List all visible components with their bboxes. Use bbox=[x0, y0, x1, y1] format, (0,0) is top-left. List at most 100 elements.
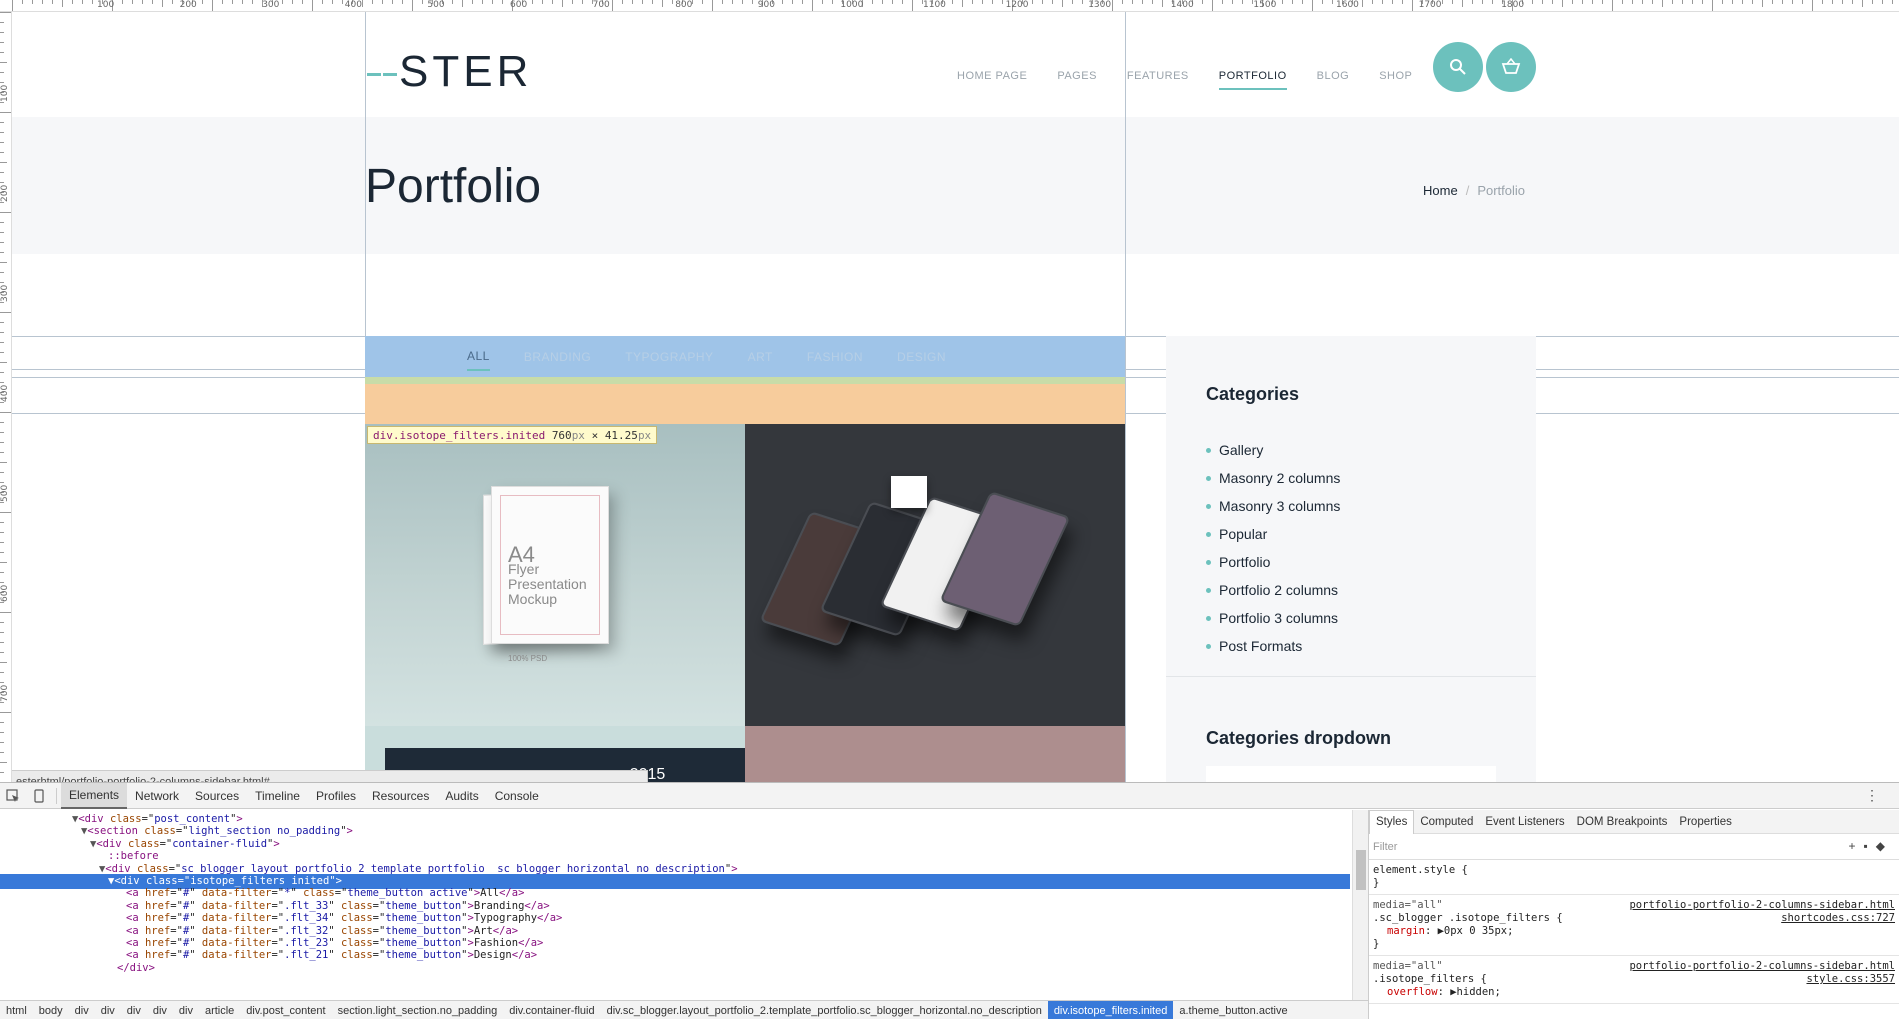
filter-branding[interactable]: BRANDING bbox=[524, 350, 591, 370]
ruler-tick bbox=[342, 0, 343, 4]
filter-art[interactable]: ART bbox=[748, 350, 773, 370]
categories-dropdown[interactable] bbox=[1206, 766, 1496, 782]
search-button[interactable] bbox=[1433, 42, 1483, 92]
nav-blog[interactable]: BLOG bbox=[1317, 70, 1350, 90]
ruler-tick bbox=[1552, 0, 1553, 4]
nav-portfolio[interactable]: PORTFOLIO bbox=[1218, 70, 1287, 90]
inspect-element-icon[interactable] bbox=[0, 783, 26, 809]
tab-audits[interactable]: Audits bbox=[437, 783, 486, 809]
dom-breadcrumb-item[interactable]: section.light_section.no_padding bbox=[332, 1005, 504, 1017]
dom-breadcrumb-item[interactable]: div bbox=[173, 1005, 199, 1017]
filter-all[interactable]: ALL bbox=[467, 349, 490, 371]
more-options-icon[interactable]: ⋮ bbox=[1865, 787, 1879, 804]
nav-shop[interactable]: SHOP bbox=[1379, 70, 1412, 90]
nav-pages[interactable]: PAGES bbox=[1057, 70, 1097, 90]
tab-elements[interactable]: Elements bbox=[61, 782, 128, 809]
ruler-label: 300 bbox=[262, 0, 280, 10]
tab-properties[interactable]: Properties bbox=[1673, 810, 1737, 834]
ruler-tick bbox=[732, 0, 733, 4]
tab-network[interactable]: Network bbox=[127, 783, 187, 809]
ruler-label: 500 bbox=[427, 0, 445, 10]
styles-filter-input[interactable]: Filter +▪◆ bbox=[1369, 834, 1899, 860]
ruler-tick bbox=[0, 362, 7, 363]
category-item[interactable]: Masonry 3 columns bbox=[1206, 492, 1340, 520]
dom-breadcrumb-item[interactable]: div.isotope_filters.inited bbox=[1047, 1001, 1174, 1019]
style-tools-icons[interactable]: +▪◆ bbox=[1849, 839, 1894, 853]
dom-breadcrumb-item[interactable]: div.sc_blogger.layout_portfolio_2.templa… bbox=[601, 1005, 1048, 1017]
style-rule[interactable]: media="all" portfolio-portfolio-2-column… bbox=[1369, 895, 1899, 956]
style-source-link[interactable]: portfolio-portfolio-2-columns-sidebar.ht… bbox=[1629, 960, 1895, 973]
tab-console[interactable]: Console bbox=[487, 783, 547, 809]
category-item[interactable]: Popular bbox=[1206, 520, 1340, 548]
ruler-tick bbox=[1042, 0, 1043, 4]
category-item[interactable]: Portfolio bbox=[1206, 548, 1340, 576]
portfolio-item-flyer-mockup[interactable]: A4 Flyer Presentation Mockup 100% PSD bbox=[365, 424, 745, 726]
dom-breadcrumb-item[interactable]: article bbox=[199, 1005, 240, 1017]
style-source-link[interactable]: portfolio-portfolio-2-columns-sidebar.ht… bbox=[1629, 899, 1895, 912]
filter-fashion[interactable]: FASHION bbox=[807, 350, 863, 370]
ruler-tick bbox=[502, 0, 503, 4]
style-rule[interactable]: element.style { } bbox=[1369, 860, 1899, 895]
tab-profiles[interactable]: Profiles bbox=[308, 783, 364, 809]
ruler-tick bbox=[1232, 0, 1233, 4]
ruler-tick bbox=[362, 0, 363, 7]
ruler-tick bbox=[12, 0, 13, 11]
ruler-tick bbox=[0, 742, 4, 743]
ruler-tick bbox=[0, 152, 4, 153]
breadcrumb-home[interactable]: Home bbox=[1423, 183, 1458, 198]
tab-event-listeners[interactable]: Event Listeners bbox=[1479, 810, 1570, 834]
dom-breadcrumb-item[interactable]: a.theme_button.active bbox=[1173, 1005, 1293, 1017]
ruler-tick bbox=[482, 0, 483, 4]
ruler-label: 700 bbox=[0, 684, 10, 702]
ruler-tick bbox=[1322, 0, 1323, 4]
ruler-label: 300 bbox=[0, 284, 10, 302]
ruler-tick bbox=[782, 0, 783, 4]
ruler-tick bbox=[802, 0, 803, 4]
dom-breadcrumb-item[interactable]: div.post_content bbox=[240, 1005, 331, 1017]
category-item[interactable]: Portfolio 3 columns bbox=[1206, 604, 1340, 632]
category-item[interactable]: Masonry 2 columns bbox=[1206, 464, 1340, 492]
inspect-tooltip: div.isotope_filters.inited 760px × 41.25… bbox=[367, 426, 658, 444]
tab-timeline[interactable]: Timeline bbox=[247, 783, 308, 809]
device-mode-icon[interactable] bbox=[26, 783, 52, 809]
dom-node-line[interactable]: </div> bbox=[0, 961, 1350, 976]
dom-breadcrumb-item[interactable]: div bbox=[69, 1005, 95, 1017]
ruler-tick bbox=[542, 0, 543, 4]
dom-breadcrumb-item[interactable]: html bbox=[0, 1005, 33, 1017]
ruler-tick bbox=[222, 0, 223, 4]
tab-dom-breakpoints[interactable]: DOM Breakpoints bbox=[1571, 810, 1674, 834]
guide-line bbox=[1125, 12, 1126, 782]
site-logo[interactable]: STER bbox=[367, 47, 532, 97]
dom-breadcrumb-item[interactable]: div bbox=[147, 1005, 173, 1017]
style-rule[interactable]: media="all" portfolio-portfolio-2-column… bbox=[1369, 956, 1899, 1004]
filter-design[interactable]: DESIGN bbox=[897, 350, 946, 370]
cart-button[interactable] bbox=[1486, 42, 1536, 92]
ruler-tick bbox=[0, 42, 4, 43]
category-item[interactable]: Post Formats bbox=[1206, 632, 1340, 660]
tab-sources[interactable]: Sources bbox=[187, 783, 247, 809]
filter-typography[interactable]: TYPOGRAPHY bbox=[625, 350, 713, 370]
nav-home-page[interactable]: HOME PAGE bbox=[957, 70, 1027, 90]
ruler-tick bbox=[812, 0, 813, 11]
dom-breadcrumb-item[interactable]: div.container-fluid bbox=[503, 1005, 600, 1017]
tab-computed[interactable]: Computed bbox=[1414, 810, 1479, 834]
nav-features[interactable]: FEATURES bbox=[1127, 70, 1189, 90]
dom-breadcrumb-item[interactable]: div bbox=[121, 1005, 147, 1017]
ruler-tick bbox=[1862, 0, 1863, 7]
ruler-tick bbox=[0, 232, 4, 233]
category-item[interactable]: Portfolio 2 columns bbox=[1206, 576, 1340, 604]
tab-styles[interactable]: Styles bbox=[1369, 810, 1415, 834]
style-source-link[interactable]: shortcodes.css:727 bbox=[1781, 912, 1895, 925]
dom-breadcrumb-item[interactable]: div bbox=[95, 1005, 121, 1017]
portfolio-item-4[interactable] bbox=[745, 726, 1125, 782]
portfolio-item-app-screens[interactable] bbox=[745, 424, 1125, 726]
tab-resources[interactable]: Resources bbox=[364, 783, 437, 809]
dom-breadcrumb-item[interactable]: body bbox=[33, 1005, 69, 1017]
ruler-tick bbox=[1492, 0, 1493, 4]
ruler-tick bbox=[0, 712, 11, 713]
style-source-link[interactable]: style.css:3557 bbox=[1806, 973, 1895, 986]
category-item[interactable]: Gallery bbox=[1206, 436, 1340, 464]
basket-icon bbox=[1501, 58, 1521, 74]
ruler-tick bbox=[662, 0, 663, 7]
elements-scrollbar[interactable] bbox=[1352, 810, 1368, 1000]
